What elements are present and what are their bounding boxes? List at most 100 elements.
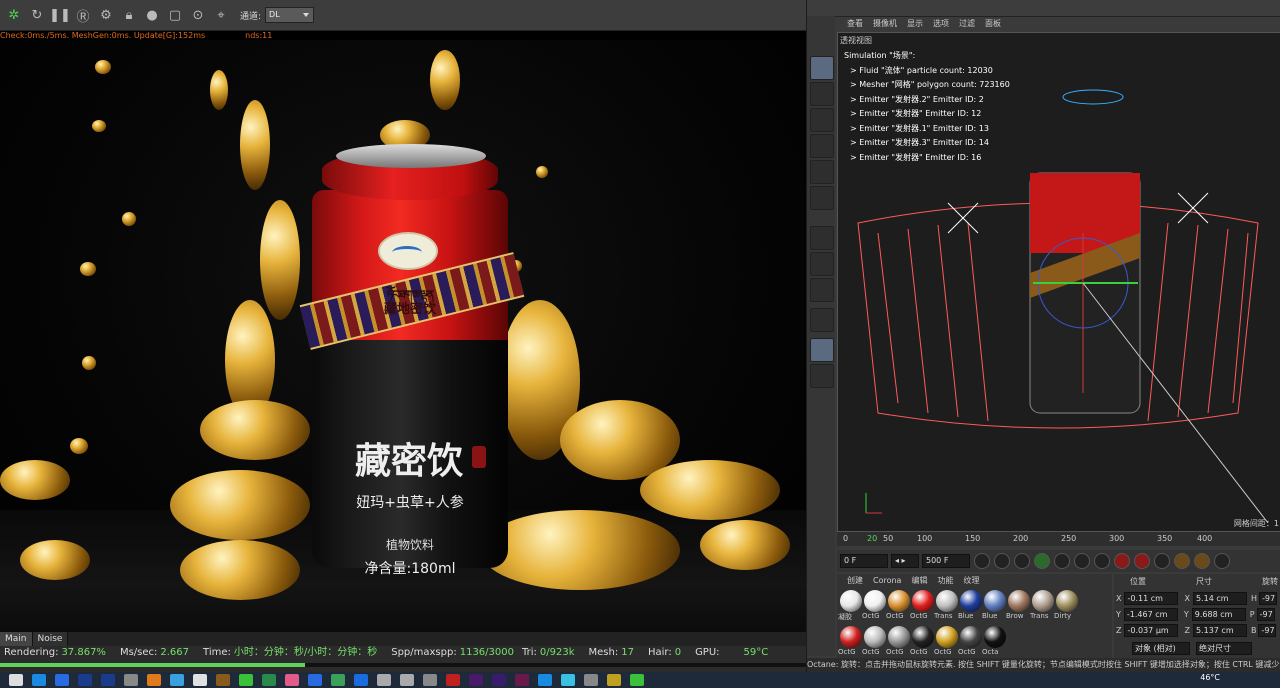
edges-mode-icon[interactable] <box>810 160 834 184</box>
lock-icon[interactable]: 🔒︎ <box>120 6 138 24</box>
model-mode-icon[interactable] <box>810 56 834 80</box>
menu-panel[interactable]: 面板 <box>985 17 1001 31</box>
mat-menu-texture[interactable]: 纹理 <box>963 574 979 588</box>
app-icon[interactable] <box>239 674 253 686</box>
aftereffects-icon[interactable] <box>492 674 506 686</box>
photoshop-icon[interactable] <box>101 674 115 686</box>
b-rotation-field[interactable]: -97 <box>1258 623 1277 637</box>
play-icon[interactable] <box>1034 553 1050 569</box>
illustrator-icon[interactable] <box>216 674 230 686</box>
material-swatch[interactable] <box>864 626 886 648</box>
rotate-key-icon[interactable] <box>1214 553 1230 569</box>
move-key-icon[interactable] <box>1174 553 1190 569</box>
polygons-mode-icon[interactable] <box>810 186 834 210</box>
location-icon[interactable]: ⌖ <box>212 6 230 24</box>
material-swatch[interactable] <box>984 626 1006 648</box>
material-swatch[interactable] <box>936 590 958 612</box>
material-swatch[interactable] <box>984 590 1006 612</box>
coord-mode-select[interactable]: 对象 (相对) <box>1132 642 1190 655</box>
photoshop-icon[interactable] <box>78 674 92 686</box>
settings-gear-icon[interactable]: ⚙ <box>97 6 115 24</box>
menu-view[interactable]: 查看 <box>847 17 863 31</box>
mat-menu-create[interactable]: 创建 <box>847 574 863 588</box>
size-mode-select[interactable]: 绝对尺寸 <box>1196 642 1252 655</box>
h-rotation-field[interactable]: -97 <box>1258 591 1277 605</box>
tweak-icon[interactable] <box>810 252 834 276</box>
app-icon[interactable] <box>354 674 368 686</box>
goto-end-icon[interactable] <box>1094 553 1110 569</box>
app-icon[interactable] <box>331 674 345 686</box>
wechat-icon[interactable] <box>630 674 644 686</box>
blender-icon[interactable] <box>147 674 161 686</box>
chrome-icon[interactable] <box>285 674 299 686</box>
tab-noise[interactable]: Noise <box>32 632 69 646</box>
record-key-icon[interactable] <box>1114 553 1130 569</box>
y-size-field[interactable]: 9.688 cm <box>1191 607 1246 621</box>
focus-pick-icon[interactable]: ⊙ <box>189 6 207 24</box>
material-swatch[interactable] <box>912 590 934 612</box>
material-swatch[interactable] <box>912 626 934 648</box>
material-swatch[interactable] <box>936 626 958 648</box>
app-icon[interactable] <box>55 674 69 686</box>
menu-filter[interactable]: 过滤 <box>959 17 975 31</box>
axis-icon[interactable] <box>810 226 834 250</box>
app-icon[interactable] <box>607 674 621 686</box>
end-frame-field[interactable]: 500 F <box>922 554 970 568</box>
app-icon[interactable] <box>170 674 184 686</box>
reload-icon[interactable]: ↻ <box>28 6 46 24</box>
mat-menu-edit[interactable]: 编辑 <box>911 574 927 588</box>
indesign-icon[interactable] <box>515 674 529 686</box>
timeline-ruler[interactable]: 0 20 50 100 150 200 250 300 350 400 <box>837 532 1280 546</box>
frame-stepper[interactable]: ◂ ▸ <box>891 554 919 568</box>
cinema4d-icon[interactable] <box>124 674 138 686</box>
acrobat-icon[interactable] <box>446 674 460 686</box>
material-swatch[interactable] <box>960 590 982 612</box>
y-position-field[interactable]: -1.467 cm <box>1123 607 1178 621</box>
app-icon[interactable] <box>538 674 552 686</box>
tab-main[interactable]: Main <box>0 632 33 646</box>
start-button-icon[interactable] <box>9 674 23 686</box>
material-swatch[interactable] <box>1032 590 1054 612</box>
render-view[interactable]: ཏོང་ཐག་ཆ་ལྡན 藏地密饮 藏密饮 妞玛+虫草+人参 植物饮料 净含量:… <box>0 40 806 632</box>
app-icon[interactable] <box>423 674 437 686</box>
material-swatch[interactable] <box>1056 590 1078 612</box>
start-frame-field[interactable]: 0 F <box>840 554 888 568</box>
browser-icon[interactable] <box>32 674 46 686</box>
texture-mode-icon[interactable] <box>810 82 834 106</box>
refresh-green-icon[interactable]: ✲ <box>5 6 23 24</box>
app-icon[interactable] <box>400 674 414 686</box>
app-icon[interactable] <box>262 674 276 686</box>
points-mode-icon[interactable] <box>810 134 834 158</box>
material-swatch[interactable] <box>888 590 910 612</box>
workplane-icon[interactable] <box>810 108 834 132</box>
mat-menu-function[interactable]: 功能 <box>937 574 953 588</box>
perspective-viewport[interactable]: 透视视图 Simulation "场景": > Fluid "流体" parti… <box>837 32 1280 532</box>
p-rotation-field[interactable]: -97 <box>1256 607 1275 621</box>
lock-grid-icon[interactable] <box>810 364 834 388</box>
app-icon[interactable] <box>377 674 391 686</box>
z-position-field[interactable]: -0.037 μm <box>1124 623 1179 637</box>
material-swatch[interactable] <box>840 626 862 648</box>
material-swatch[interactable] <box>1008 590 1030 612</box>
material-swatch[interactable] <box>840 590 862 612</box>
premiere-icon[interactable] <box>469 674 483 686</box>
material-swatch[interactable] <box>960 626 982 648</box>
snap-icon[interactable] <box>810 278 834 302</box>
app-icon[interactable] <box>193 674 207 686</box>
mat-menu-corona[interactable]: Corona <box>873 574 901 588</box>
x-position-field[interactable]: -0.11 cm <box>1124 591 1179 605</box>
menu-options[interactable]: 选项 <box>933 17 949 31</box>
prev-key-icon[interactable] <box>994 553 1010 569</box>
region-icon[interactable]: ▢ <box>166 6 184 24</box>
magnet-icon[interactable] <box>810 308 834 332</box>
record-icon[interactable]: Ⓡ <box>74 6 92 25</box>
app-icon[interactable] <box>308 674 322 686</box>
next-key-icon[interactable] <box>1074 553 1090 569</box>
pause-icon[interactable]: ❚❚ <box>49 6 71 24</box>
menu-display[interactable]: 显示 <box>907 17 923 31</box>
z-size-field[interactable]: 5.137 cm <box>1192 623 1247 637</box>
keyframe-selection-icon[interactable] <box>1154 553 1170 569</box>
goto-start-icon[interactable] <box>974 553 990 569</box>
channel-select[interactable]: DL <box>265 7 315 23</box>
material-swatch[interactable] <box>888 626 910 648</box>
